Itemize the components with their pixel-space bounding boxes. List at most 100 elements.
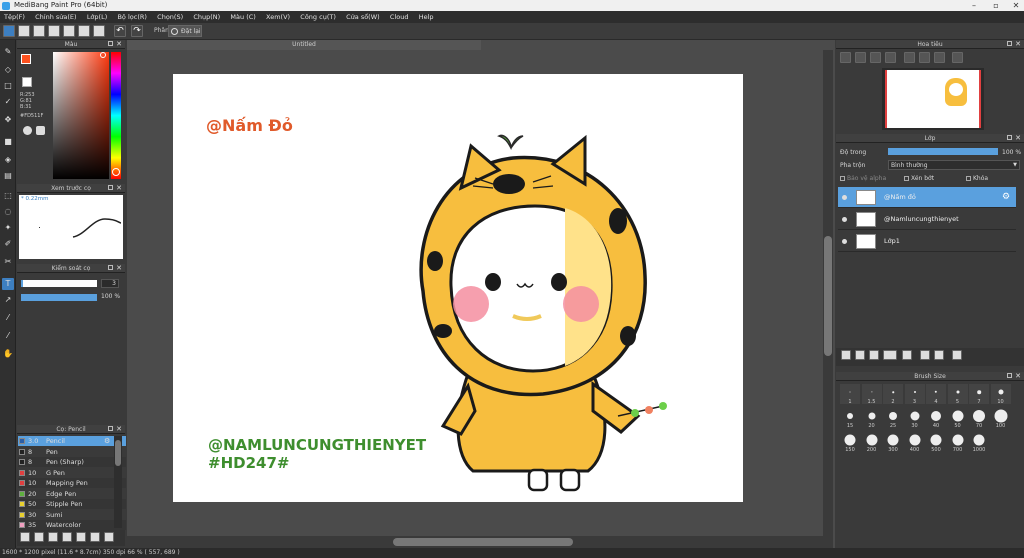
undo-icon[interactable]: ↶ (114, 25, 126, 37)
menu-file[interactable]: Tệp(F) (0, 11, 29, 23)
menu-edit[interactable]: Chỉnh sửa(E) (31, 11, 80, 23)
brush-list-scroll-thumb[interactable] (115, 440, 121, 466)
dropper-tool-icon[interactable]: ⁄ (2, 330, 14, 342)
shape-tool-icon[interactable]: ■ (2, 136, 14, 148)
page-icon[interactable] (63, 25, 75, 37)
layer-opacity-slider[interactable] (888, 148, 998, 155)
protect-alpha-checkbox[interactable]: Bảo vệ alpha (840, 175, 886, 182)
brush-size-option[interactable]: 300 (883, 432, 903, 453)
move-tool-icon[interactable]: ✥ (2, 114, 14, 126)
menu-layer[interactable]: Lớp(L) (83, 11, 111, 23)
brush-size-option[interactable]: 5 (947, 384, 968, 405)
close-icon[interactable]: ✕ (116, 264, 122, 273)
dock-icon[interactable] (108, 41, 113, 46)
hue-slider-handle[interactable] (112, 168, 120, 176)
canvas-vertical-scroll-thumb[interactable] (824, 236, 832, 356)
select-tool-icon[interactable]: ⬚ (2, 190, 14, 202)
brush-size-option[interactable]: 700 (948, 432, 968, 453)
dock-icon[interactable] (1007, 41, 1012, 46)
menu-cloud[interactable]: Cloud (386, 11, 413, 23)
comment-icon[interactable] (48, 25, 60, 37)
delete-layer-icon[interactable] (952, 350, 962, 360)
select-pen-icon[interactable]: ✐ (2, 238, 14, 250)
brush-size-option[interactable]: 4 (926, 384, 946, 405)
blend-mode-select[interactable]: Bình thường ▼ (888, 160, 1020, 170)
brush-list-item[interactable]: 30 Sumi (18, 509, 126, 520)
hand-tool-icon[interactable]: ✋ (2, 348, 14, 360)
minimize-button[interactable]: – (964, 0, 984, 11)
document-tab[interactable]: Untitled (127, 40, 481, 50)
layer-row[interactable]: Lớp1 (838, 231, 1016, 252)
dock-icon[interactable] (108, 185, 113, 190)
brush-size-option[interactable]: 1.5 (861, 384, 882, 405)
canvas-horizontal-scroll-thumb[interactable] (393, 538, 573, 546)
canvas-paper[interactable]: @Nấm Đỏ @NAMLUNCUNGTHIENYET #HD247# (173, 74, 743, 502)
new-layer-icon[interactable] (841, 350, 851, 360)
brush-list-item[interactable]: 10 G Pen (18, 467, 126, 478)
brush-duplicate-icon[interactable] (48, 532, 58, 542)
brush-size-option[interactable]: 70 (969, 408, 989, 429)
reset-rotation-icon[interactable] (919, 52, 930, 63)
brush-size-option[interactable]: 100 (991, 408, 1011, 429)
brush-size-option[interactable]: 10 (990, 384, 1011, 405)
new-8bit-layer-icon[interactable] (869, 350, 879, 360)
new-file-icon[interactable] (18, 25, 30, 37)
brush-size-option[interactable]: 40 (926, 408, 946, 429)
brush-list-item[interactable]: 8 Pen (Sharp) (18, 457, 126, 467)
layer-row[interactable]: @Namluncungthienyet (838, 209, 1016, 230)
maximize-button[interactable]: ▫ (986, 0, 1006, 11)
gear-icon[interactable]: ⚙ (104, 436, 110, 446)
dock-icon[interactable] (1007, 135, 1012, 140)
chat-icon[interactable] (33, 25, 45, 37)
menu-tools[interactable]: Công cụ(T) (296, 11, 340, 23)
brush-size-option[interactable]: 50 (948, 408, 968, 429)
hue-slider[interactable] (111, 52, 121, 179)
eyedropper-tool-icon[interactable]: ⁄ (2, 312, 14, 324)
brush-list-item[interactable]: 8 Pen (18, 446, 126, 457)
flip-icon[interactable] (952, 52, 963, 63)
duplicate-layer-icon[interactable] (920, 350, 930, 360)
brush-opacity-slider[interactable] (21, 294, 97, 301)
fit-icon[interactable] (870, 52, 881, 63)
brush-list-item[interactable]: 50 Stipple Pen (18, 499, 126, 509)
close-icon[interactable]: ✕ (1015, 134, 1021, 143)
close-icon[interactable]: ✕ (116, 40, 122, 49)
close-icon[interactable]: ✕ (1015, 372, 1021, 381)
brush-list-item[interactable]: 20 Edge Pen (18, 488, 126, 499)
text-tool-icon[interactable]: T (2, 278, 14, 290)
brush-tool-icon[interactable]: ✎ (2, 46, 14, 58)
layer-add-menu-icon[interactable] (883, 350, 897, 360)
eye-icon[interactable] (842, 217, 847, 222)
brush-size-option[interactable]: 1000 (969, 432, 989, 453)
foreground-color-swatch[interactable] (21, 54, 31, 64)
gradient-tool-icon[interactable]: ▤ (2, 170, 14, 182)
reset-button[interactable]: Đặt lại (168, 25, 202, 37)
lasso-select-icon[interactable]: ◌ (2, 206, 14, 218)
brush-settings-icon[interactable] (20, 532, 30, 542)
brush-folder-icon[interactable] (76, 532, 86, 542)
close-button[interactable]: ✕ (1006, 0, 1024, 11)
operation-tool-icon[interactable]: ↗ (2, 294, 14, 306)
navigator-preview[interactable] (882, 68, 984, 130)
dock-icon[interactable] (1007, 373, 1012, 378)
grid-icon[interactable] (78, 25, 90, 37)
merge-layer-icon[interactable] (934, 350, 944, 360)
brush-size-option[interactable]: 2 (883, 384, 903, 405)
picker-cursor[interactable] (100, 52, 106, 58)
brush-size-option[interactable]: 25 (883, 408, 903, 429)
eye-icon[interactable] (842, 239, 847, 244)
brush-size-option[interactable]: 200 (862, 432, 882, 453)
brush-size-value[interactable]: 3 (101, 279, 119, 288)
zoom-out-icon[interactable] (855, 52, 866, 63)
lasso-tool-icon[interactable]: ✓ (2, 96, 14, 108)
actual-size-icon[interactable] (885, 52, 896, 63)
cloud-icon[interactable] (3, 25, 15, 37)
redo-icon[interactable]: ↷ (131, 25, 143, 37)
new-halftone-layer-icon[interactable] (855, 350, 865, 360)
eye-icon[interactable] (842, 195, 847, 200)
brush-size-option[interactable]: 7 (969, 384, 989, 405)
close-icon[interactable]: ✕ (116, 184, 122, 193)
brush-size-option[interactable]: 500 (926, 432, 946, 453)
brush-size-option[interactable]: 400 (905, 432, 925, 453)
menu-select[interactable]: Chọn(S) (153, 11, 187, 23)
